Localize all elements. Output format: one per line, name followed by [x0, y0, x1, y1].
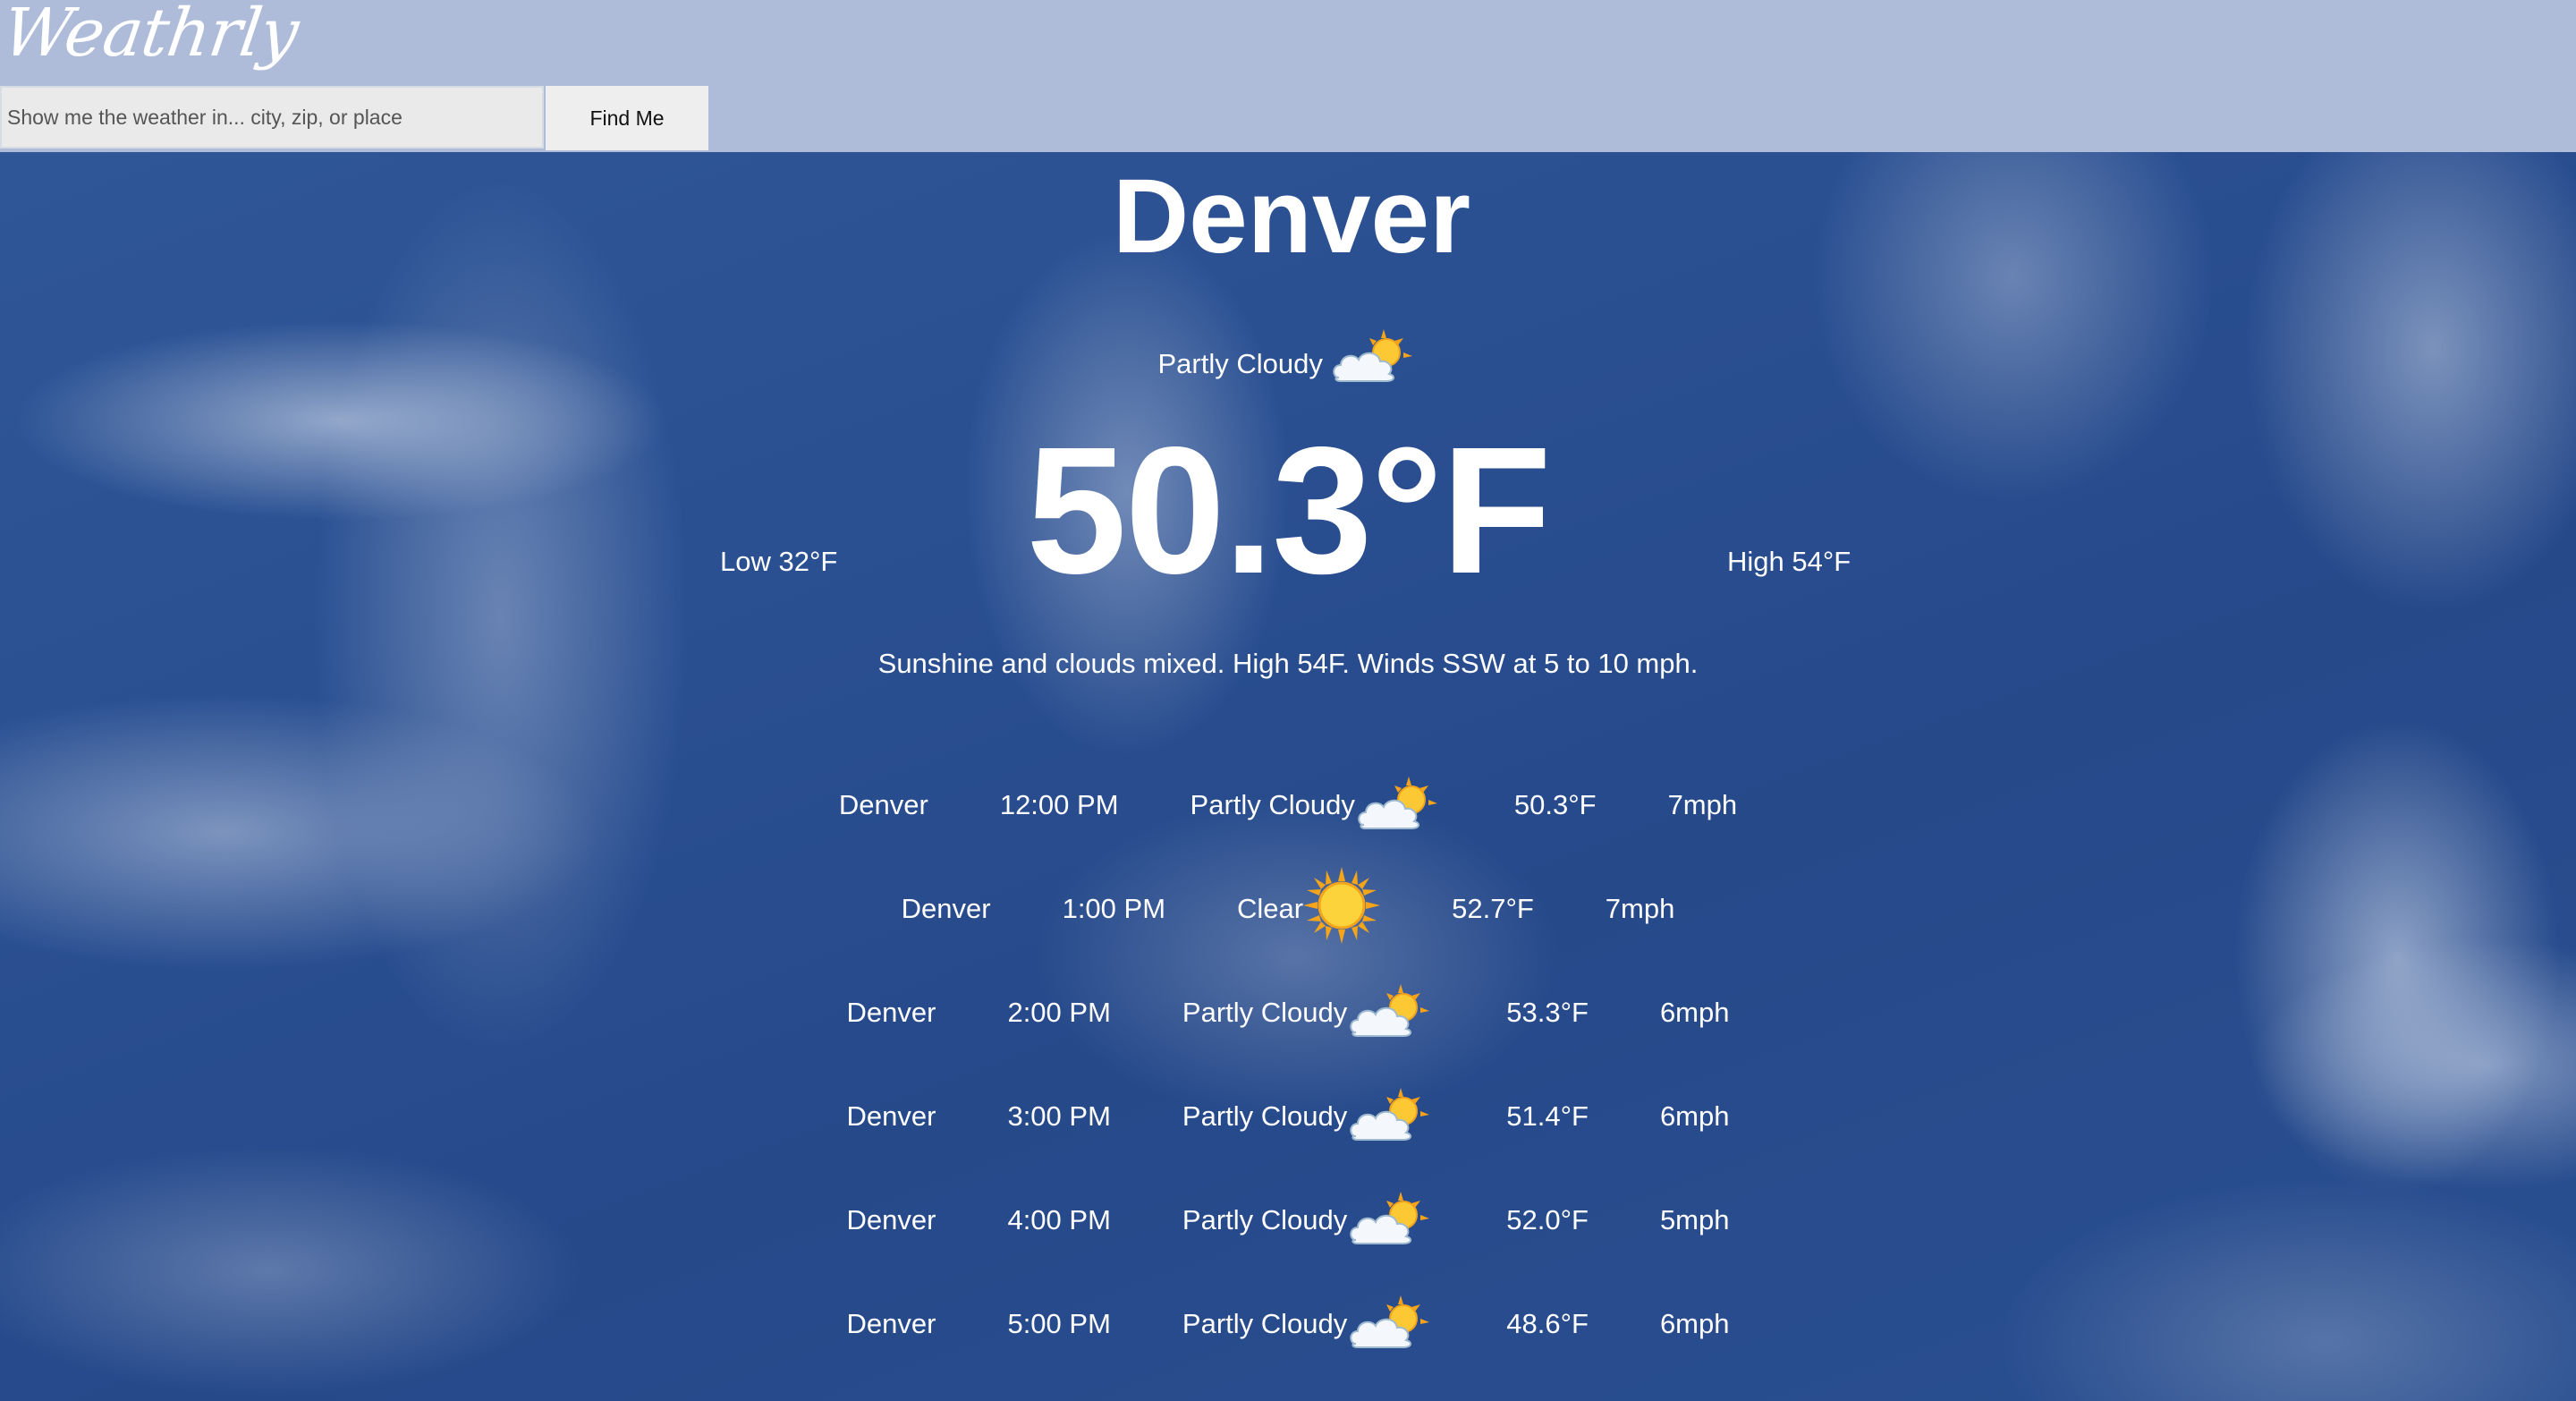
hourly-time: 12:00 PM — [999, 789, 1119, 820]
hourly-row: Denver 1:00 PM Clear 52.7°F 7mph — [0, 867, 2576, 945]
partly-cloudy-icon — [1355, 773, 1443, 837]
app-header: Weathrly Find Me — [0, 0, 2576, 152]
find-me-button[interactable]: Find Me — [546, 86, 708, 150]
partly-cloudy-icon — [1347, 1188, 1435, 1252]
hourly-temp: 53.3°F — [1506, 997, 1589, 1028]
hourly-row: Denver 4:00 PM Partly Cloudy 52.0°F 5mph — [0, 1184, 2576, 1256]
hourly-wind: 5mph — [1659, 1204, 1730, 1235]
current-temperature: 50.3°F — [1026, 409, 1551, 611]
hourly-row: Denver 5:00 PM Partly Cloudy 48.6°F 6mph — [0, 1288, 2576, 1360]
forecast-summary: Sunshine and clouds mixed. High 54F. Win… — [877, 648, 1699, 679]
hourly-condition-label: Partly Cloudy — [1182, 1308, 1348, 1339]
hourly-city: Denver — [846, 1100, 936, 1132]
hourly-condition-label: Partly Cloudy — [1182, 1204, 1348, 1235]
search-input[interactable] — [0, 86, 544, 149]
hourly-city: Denver — [901, 893, 991, 924]
hourly-condition: Clear — [1237, 867, 1381, 951]
hourly-time: 2:00 PM — [1007, 997, 1111, 1028]
hourly-temp: 48.6°F — [1506, 1308, 1589, 1339]
hourly-wind: 6mph — [1659, 1308, 1730, 1339]
high-temperature: High 54°F — [1727, 546, 1852, 577]
hourly-row: Denver 12:00 PM Partly Cloudy 50.3°F 7mp… — [0, 769, 2576, 841]
hourly-time: 5:00 PM — [1007, 1308, 1111, 1339]
partly-cloudy-icon — [1347, 1292, 1435, 1356]
hourly-row: Denver 2:00 PM Partly Cloudy 53.3°F 6mph — [0, 977, 2576, 1049]
hourly-wind: 7mph — [1667, 789, 1738, 820]
hourly-temp: 52.7°F — [1452, 893, 1534, 924]
hourly-condition-label: Partly Cloudy — [1182, 997, 1348, 1028]
partly-cloudy-icon — [1330, 326, 1418, 403]
hourly-condition-label: Partly Cloudy — [1182, 1100, 1348, 1132]
hourly-time: 4:00 PM — [1007, 1204, 1111, 1235]
hourly-temp: 52.0°F — [1506, 1204, 1589, 1235]
hourly-city: Denver — [846, 997, 936, 1028]
current-condition: Partly Cloudy — [0, 326, 2576, 403]
sun-icon — [1303, 867, 1381, 951]
city-title: Denver — [1112, 157, 1471, 276]
hourly-temp: 51.4°F — [1506, 1100, 1589, 1132]
hourly-row: Denver 3:00 PM Partly Cloudy 51.4°F 6mph — [0, 1081, 2576, 1152]
hourly-temp: 50.3°F — [1513, 789, 1597, 820]
current-condition-label: Partly Cloudy — [1157, 348, 1323, 379]
hourly-condition: Partly Cloudy — [1182, 1292, 1435, 1356]
hourly-condition: Partly Cloudy — [1191, 773, 1443, 837]
hourly-condition: Partly Cloudy — [1182, 1084, 1435, 1149]
temperature-row: Low 32°F 50.3°F High 54°F — [0, 409, 2576, 611]
partly-cloudy-icon — [1347, 1084, 1435, 1149]
hourly-city: Denver — [838, 789, 928, 820]
hourly-wind: 6mph — [1659, 997, 1730, 1028]
hourly-condition-label: Partly Cloudy — [1190, 789, 1355, 820]
hourly-time: 3:00 PM — [1007, 1100, 1111, 1132]
hourly-condition: Partly Cloudy — [1182, 981, 1435, 1045]
hourly-wind: 6mph — [1659, 1100, 1730, 1132]
hourly-condition: Partly Cloudy — [1182, 1188, 1435, 1252]
hourly-wind: 7mph — [1605, 893, 1675, 924]
partly-cloudy-icon — [1347, 981, 1435, 1045]
hourly-city: Denver — [846, 1308, 936, 1339]
hourly-city: Denver — [846, 1204, 936, 1235]
hourly-time: 1:00 PM — [1062, 893, 1166, 924]
hourly-condition-label: Clear — [1237, 893, 1304, 924]
app-logo: Weathrly — [0, 0, 303, 72]
